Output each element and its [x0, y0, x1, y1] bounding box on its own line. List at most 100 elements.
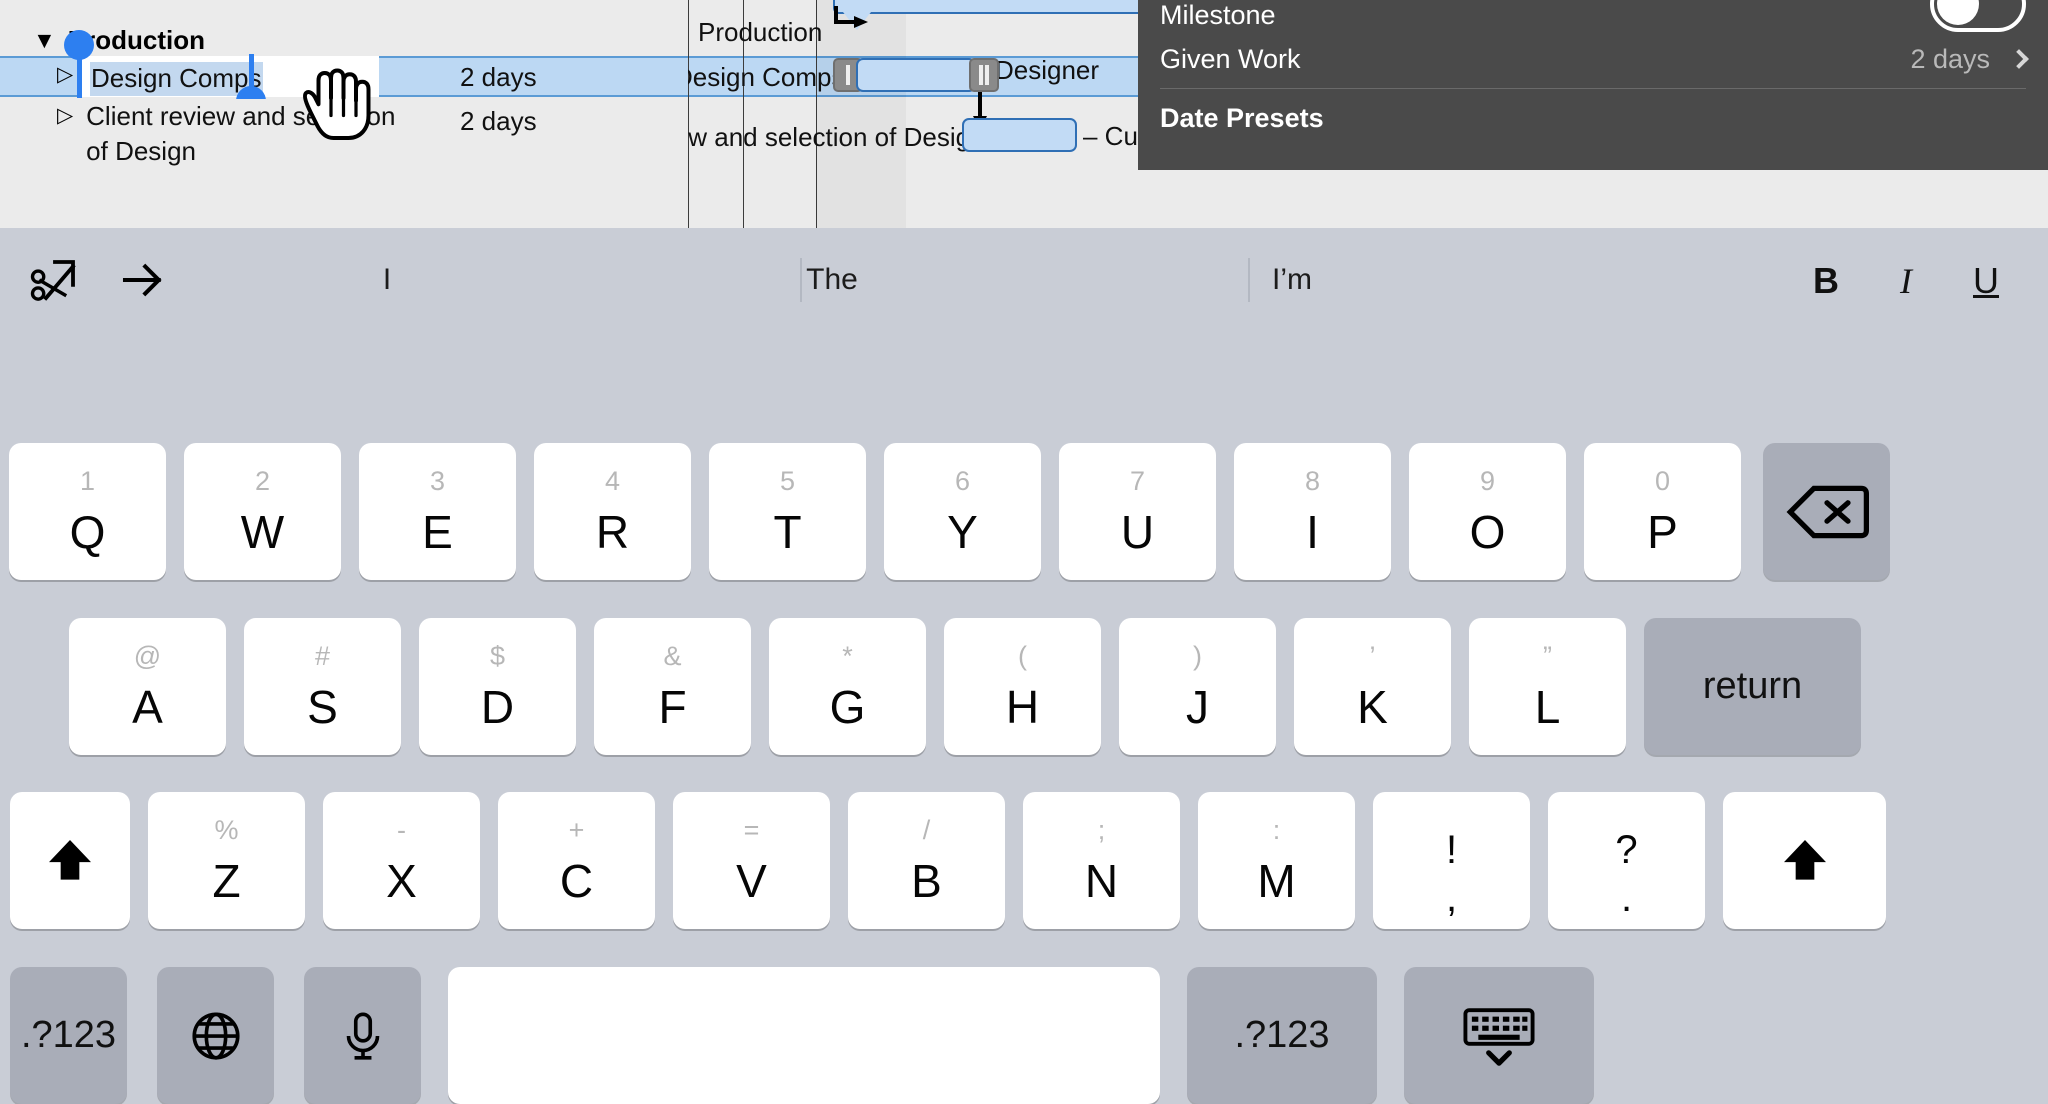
key-alt-label: #	[314, 641, 331, 671]
key-alt-label: 2	[254, 466, 271, 496]
gantt-bar-client-review[interactable]	[962, 118, 1077, 152]
gantt-chart-pane[interactable]: Production Design Comps iew and selectio…	[688, 0, 1148, 228]
popover-given-work-value: 2 days	[1910, 43, 1990, 74]
key-v[interactable]: = V	[673, 792, 830, 929]
italic-button[interactable]: I	[1877, 252, 1935, 310]
key-e[interactable]: 3E	[359, 443, 516, 580]
shift-key-left[interactable]	[10, 792, 130, 929]
key-y[interactable]: 6Y	[884, 443, 1041, 580]
task-name-edit-text: Design Comps	[90, 62, 263, 96]
key-alt-label: (	[1018, 641, 1027, 671]
key-alt-label: ;	[1097, 815, 1106, 845]
space-key[interactable]	[448, 967, 1160, 1104]
key-main-label: B	[911, 855, 942, 907]
key-exclamation-comma[interactable]: ! ,	[1373, 792, 1530, 929]
key-i[interactable]: 8I	[1234, 443, 1391, 580]
key-a[interactable]: @ A	[69, 618, 226, 755]
return-key[interactable]: return	[1644, 618, 1861, 755]
hide-keyboard-key[interactable]	[1404, 967, 1594, 1104]
key-main-label: T	[773, 506, 802, 558]
key-alt-label: =	[743, 815, 760, 845]
globe-icon	[191, 1011, 240, 1060]
key-d[interactable]: $ D	[419, 618, 576, 755]
key-main-label: K	[1357, 681, 1388, 733]
key-alt-label: %	[214, 815, 239, 845]
popover-row-milestone[interactable]: Milestone	[1138, 0, 2048, 32]
key-question-period[interactable]: ? .	[1548, 792, 1705, 929]
key-c[interactable]: + C	[498, 792, 655, 929]
key-k[interactable]: ’ K	[1294, 618, 1451, 755]
key-m[interactable]: :M	[1198, 792, 1355, 929]
key-h[interactable]: (H	[944, 618, 1101, 755]
disclosure-triangle-down-icon[interactable]: ▼	[33, 28, 56, 52]
prediction-candidate-2[interactable]: I’m	[1062, 246, 1522, 314]
prediction-candidate-0[interactable]: I	[172, 246, 602, 314]
underline-button[interactable]: U	[1957, 252, 2015, 310]
key-z[interactable]: % Z	[148, 792, 305, 929]
key-r[interactable]: 4R	[534, 443, 691, 580]
key-o[interactable]: 9O	[1409, 443, 1566, 580]
bold-button[interactable]: B	[1797, 252, 1855, 310]
key-main-label: L	[1534, 681, 1561, 733]
key-alt-label: :	[1272, 815, 1281, 845]
key-alt-label: -	[397, 815, 406, 845]
task-duration-design-comps: 2 days	[460, 62, 537, 92]
key-n[interactable]: ; N	[1023, 792, 1180, 929]
key-alt-label: 5	[779, 466, 796, 496]
key-sub-label: .	[1620, 876, 1633, 920]
key-main-label: D	[480, 681, 515, 733]
inspector-popover[interactable]: Milestone Given Work 2 days Date Presets	[1138, 0, 2048, 170]
disclosure-triangle-right-icon[interactable]: ▷	[57, 99, 73, 133]
key-main-label: E	[422, 506, 453, 558]
key-x[interactable]: -X	[323, 792, 480, 929]
scissors-icon[interactable]	[26, 251, 84, 309]
shift-key-right[interactable]	[1723, 792, 1886, 929]
selection-caret-start[interactable]	[77, 54, 82, 98]
disclosure-triangle-right-icon[interactable]: ▷	[57, 58, 73, 92]
popover-row-given-work[interactable]: Given Work 2 days	[1138, 30, 2048, 88]
chevron-right-icon[interactable]	[2009, 49, 2029, 69]
prediction-candidate-1[interactable]: The	[602, 246, 1062, 314]
key-s[interactable]: # S	[244, 618, 401, 755]
globe-key[interactable]	[157, 967, 274, 1104]
key-f[interactable]: & F	[594, 618, 751, 755]
keyboard-row-1: 1Q 2W 3E 4R 5T 6Y 7U 8I 9O 0P	[0, 443, 2048, 580]
onscreen-keyboard[interactable]: I The I’m B I U 1Q 2W 3E 4R 5T 6Y 7U 8I …	[0, 228, 2048, 1104]
key-alt-label: 7	[1129, 466, 1146, 496]
key-main-label: P	[1647, 506, 1678, 558]
key-w[interactable]: 2W	[184, 443, 341, 580]
numbers-key-label: .?123	[1234, 1014, 1330, 1056]
key-b[interactable]: / B	[848, 792, 1005, 929]
key-main-label: O	[1469, 506, 1506, 558]
key-main-label: A	[132, 681, 163, 733]
key-main-label: C	[559, 855, 594, 907]
key-main-label: H	[1005, 681, 1040, 733]
key-u[interactable]: 7U	[1059, 443, 1216, 580]
shift-icon	[49, 839, 91, 880]
key-main-label: I	[1306, 506, 1319, 558]
milestone-toggle-switch[interactable]	[1930, 0, 2026, 32]
popover-milestone-label: Milestone	[1160, 0, 1276, 30]
numbers-key-right[interactable]: .?123	[1187, 967, 1377, 1104]
key-main-label: F	[658, 681, 687, 733]
selection-handle-start[interactable]	[64, 30, 94, 60]
backspace-key[interactable]	[1763, 443, 1890, 580]
key-p[interactable]: 0P	[1584, 443, 1741, 580]
key-alt-label: 1	[79, 466, 96, 496]
gantt-bar-design-comps[interactable]	[856, 58, 976, 92]
key-j[interactable]: ) J	[1119, 618, 1276, 755]
numbers-key-label: .?123	[20, 1014, 117, 1056]
key-main-label: G	[829, 681, 866, 733]
arrow-right-icon[interactable]	[114, 251, 172, 309]
gantt-bar-resize-handle-right[interactable]	[969, 58, 999, 92]
key-alt-label: 8	[1304, 466, 1321, 496]
microphone-icon	[346, 1011, 379, 1060]
numbers-key-left[interactable]: .?123	[10, 967, 127, 1104]
popover-row-date-presets[interactable]: Date Presets	[1138, 89, 2048, 147]
key-g[interactable]: * G	[769, 618, 926, 755]
key-q[interactable]: 1Q	[9, 443, 166, 580]
microphone-key[interactable]	[304, 967, 421, 1104]
key-t[interactable]: 5T	[709, 443, 866, 580]
key-alt-label: 4	[604, 466, 621, 496]
key-l[interactable]: ” L	[1469, 618, 1626, 755]
